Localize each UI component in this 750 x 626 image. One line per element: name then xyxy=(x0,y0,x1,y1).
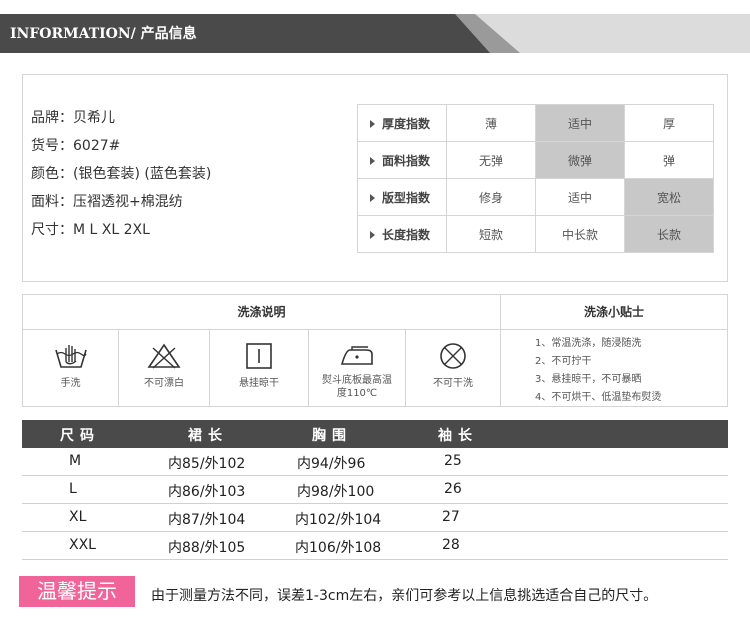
header-skirt-length: 裙长 xyxy=(188,428,228,444)
index-label: 版型指数 xyxy=(357,178,447,216)
color-text: 颜色：(银色套装) (蓝色套装) xyxy=(31,166,212,182)
index-label: 面料指数 xyxy=(357,141,447,179)
wash-tip: 1、常温洗涤，随浸随洗 xyxy=(535,338,642,349)
notice-badge: 温馨提示 xyxy=(19,576,135,607)
size-row: XL 内87/外104 内102/外104 27 xyxy=(22,504,728,532)
triangle-icon xyxy=(370,120,375,128)
triangle-icon xyxy=(370,231,375,239)
index-option: 薄 xyxy=(446,104,536,142)
sleeve-length-cell: 28 xyxy=(442,537,460,553)
triangle-icon xyxy=(370,194,375,202)
bust-cell: 内98/外100 xyxy=(297,484,375,500)
notice-text: 由于测量方法不同，误差1-3cm左右，亲们可参考以上信息挑选适合自己的尺寸。 xyxy=(151,588,658,604)
section-title: INFORMATION/ 产品信息 xyxy=(10,26,197,42)
index-option: 厚 xyxy=(624,104,714,142)
wash-instructions: 洗涤说明 洗涤小贴士 手洗 不可漂白 悬挂晾干 熨斗底板最高温度110℃ 不可干… xyxy=(22,294,728,407)
sleeve-length-cell: 25 xyxy=(444,453,462,469)
no-bleach-icon xyxy=(147,343,181,369)
item-number-text: 货号：6027# xyxy=(31,138,121,154)
size-cell: XXL xyxy=(69,537,96,553)
sizes-text: 尺寸：M L XL 2XL xyxy=(31,222,150,238)
hand-wash-icon xyxy=(54,345,87,368)
wash-item-label: 手洗 xyxy=(60,378,81,389)
wash-item: 不可漂白 xyxy=(119,330,210,406)
wash-item-label: 熨斗底板最高温度110℃ xyxy=(322,375,392,399)
skirt-length-cell: 内86/外103 xyxy=(168,484,246,500)
product-info-box: 品牌：贝希儿 货号：6027# 颜色：(银色套装) (蓝色套装) 面料：压褶透视… xyxy=(22,74,728,282)
index-option: 适中 xyxy=(535,178,625,216)
wash-title: 洗涤说明 xyxy=(23,295,501,330)
index-row: 长度指数 短款 中长款 长款 xyxy=(357,215,714,253)
wash-item-label: 不可干洗 xyxy=(433,378,473,389)
section-header: INFORMATION/ 产品信息 xyxy=(0,14,750,53)
wash-tips-title: 洗涤小贴士 xyxy=(501,295,727,330)
header-bust: 胸围 xyxy=(312,428,352,444)
size-row: L 内86/外103 内98/外100 26 xyxy=(22,476,728,504)
sleeve-length-cell: 26 xyxy=(444,481,462,497)
size-cell: XL xyxy=(69,509,87,525)
wash-item-label: 悬挂晾干 xyxy=(239,378,279,389)
iron-icon xyxy=(340,346,373,365)
triangle-icon xyxy=(370,157,375,165)
no-dry-clean-icon xyxy=(440,343,466,369)
index-table: 厚度指数 薄 适中 厚 面料指数 无弹 微弹 弹 版型指数 修身 适中 宽松 长… xyxy=(357,104,714,253)
index-row: 面料指数 无弹 微弹 弹 xyxy=(357,141,714,179)
size-row: XXL 内88/外105 内106/外108 28 xyxy=(22,532,728,560)
fabric-text: 面料：压褶透视+棉混纺 xyxy=(31,194,183,210)
wash-tip: 3、悬挂晾干，不可暴晒 xyxy=(535,374,642,385)
wash-tip: 2、不可拧干 xyxy=(535,356,592,367)
index-option: 弹 xyxy=(624,141,714,179)
wash-item: 不可干洗 xyxy=(406,330,501,406)
brand-text: 品牌：贝希儿 xyxy=(31,110,115,126)
index-label: 厚度指数 xyxy=(357,104,447,142)
index-option-selected: 微弹 xyxy=(535,141,625,179)
index-option: 无弹 xyxy=(446,141,536,179)
index-label: 长度指数 xyxy=(357,215,447,253)
wash-item: 手洗 xyxy=(23,330,119,406)
bust-cell: 内106/外108 xyxy=(295,540,382,556)
wash-item-label: 不可漂白 xyxy=(144,378,184,389)
size-row: M 内85/外102 内94/外96 25 xyxy=(22,448,728,476)
index-option: 修身 xyxy=(446,178,536,216)
wash-tip: 4、不可烘干、低温垫布熨烫 xyxy=(535,392,662,403)
size-table: 尺码 裙长 胸围 袖长 M 内85/外102 内94/外96 25 L 内86/… xyxy=(22,420,728,560)
wash-tips-list: 1、常温洗涤，随浸随洗 2、不可拧干 3、悬挂晾干，不可暴晒 4、不可烘干、低温… xyxy=(535,335,661,407)
skirt-length-cell: 内88/外105 xyxy=(168,540,246,556)
index-row: 版型指数 修身 适中 宽松 xyxy=(357,178,714,216)
wash-item: 悬挂晾干 xyxy=(210,330,309,406)
index-option-selected: 长款 xyxy=(624,215,714,253)
index-option: 短款 xyxy=(446,215,536,253)
header-sleeve-length: 袖长 xyxy=(438,428,478,444)
size-cell: L xyxy=(69,481,77,497)
index-option-selected: 适中 xyxy=(535,104,625,142)
sleeve-length-cell: 27 xyxy=(442,509,460,525)
bust-cell: 内94/外96 xyxy=(297,456,366,472)
bust-cell: 内102/外104 xyxy=(295,512,382,528)
size-table-header: 尺码 裙长 胸围 袖长 xyxy=(22,420,728,448)
index-row: 厚度指数 薄 适中 厚 xyxy=(357,104,714,142)
skirt-length-cell: 内85/外102 xyxy=(168,456,246,472)
product-info-list: 品牌：贝希儿 货号：6027# 颜色：(银色套装) (蓝色套装) 面料：压褶透视… xyxy=(31,108,211,248)
size-cell: M xyxy=(69,453,82,469)
wash-item: 熨斗底板最高温度110℃ xyxy=(309,330,406,406)
skirt-length-cell: 内87/外104 xyxy=(168,512,246,528)
index-option-selected: 宽松 xyxy=(624,178,714,216)
header-size: 尺码 xyxy=(60,428,100,444)
index-option: 中长款 xyxy=(535,215,625,253)
hang-dry-icon xyxy=(246,343,272,369)
